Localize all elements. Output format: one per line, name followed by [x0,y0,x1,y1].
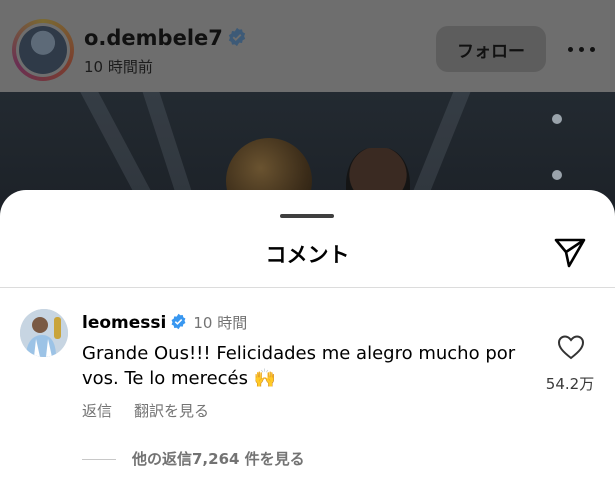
story-ring[interactable] [12,19,74,81]
sheet-drag-handle[interactable] [280,214,334,218]
view-more-replies[interactable]: 他の返信7,264 件を見る [82,448,305,469]
like-count: 54.2万 [545,375,595,393]
post-time: 10 時間前 [84,58,153,76]
comment-time: 10 時間 [193,314,248,332]
commenter-name[interactable]: leomessi 10 時間 [82,312,247,333]
translate-button[interactable]: 翻訳を見る [134,402,209,420]
follow-button[interactable]: フォロー [436,26,546,72]
post-author-avatar [19,26,67,74]
heart-icon[interactable] [556,332,586,362]
replies-line [82,459,116,460]
commenter-photo [20,309,68,357]
reply-button[interactable]: 返信 [82,402,112,420]
commenter-avatar[interactable] [20,309,68,357]
comments-sheet: コメント leomessi 10 時間 Grande Ous!!! Felici… [0,190,615,497]
divider [0,287,615,288]
comment-text: Grande Ous!!! Felicidades me alegro much… [82,343,516,389]
send-icon[interactable] [552,234,588,270]
comment-actions: 返信 翻訳を見る [82,400,231,421]
post-author-name[interactable]: o.dembele7 [84,26,247,50]
sheet-title: コメント [265,243,350,267]
verified-badge-icon [228,27,246,47]
verified-badge-icon [171,313,186,330]
more-options-icon[interactable] [564,32,600,68]
post-header: o.dembele7 10 時間前 フォロー [0,0,615,92]
